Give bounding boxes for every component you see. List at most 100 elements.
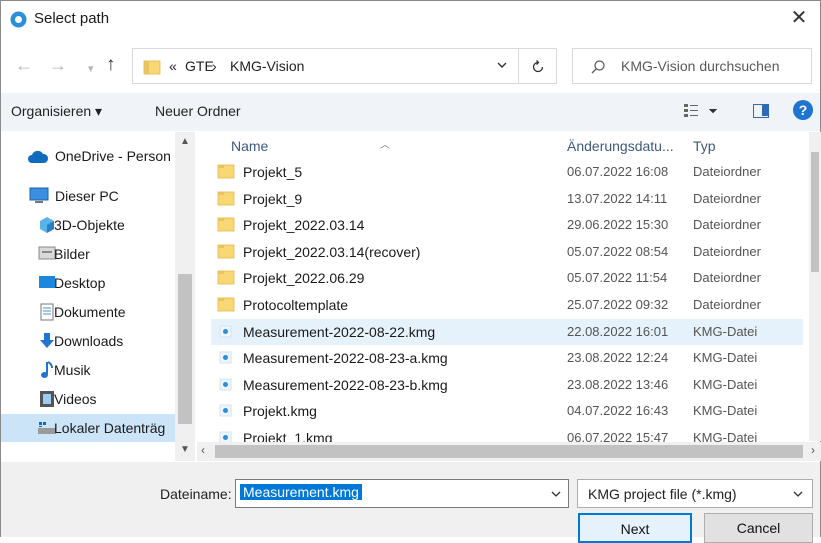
folder-row[interactable]: Projekt_5 06.07.2022 16:08 Dateiordner xyxy=(211,159,803,185)
file-date: 22.08.2022 16:01 xyxy=(567,323,669,339)
recent-locations-chevron-icon[interactable]: ▾ xyxy=(88,59,94,79)
scroll-right-icon[interactable]: › xyxy=(811,443,815,457)
file-name: Projekt.kmg xyxy=(243,403,317,420)
sidebar-item-desktop[interactable]: Desktop xyxy=(1,269,175,297)
refresh-button[interactable] xyxy=(519,48,557,84)
file-row[interactable]: Measurement-2022-08-22.kmg 22.08.2022 16:… xyxy=(211,318,803,345)
chevron-down-icon[interactable] xyxy=(494,57,510,73)
folder-row[interactable]: Projekt_9 13.07.2022 14:11 Dateiordner xyxy=(211,186,803,212)
file-list-vertical-scrollbar[interactable] xyxy=(809,132,821,441)
filename-input[interactable]: Measurement.kmg xyxy=(235,479,569,508)
file-list-horizontal-scrollbar[interactable]: ‹ › xyxy=(197,442,821,461)
folder-row[interactable]: Protocoltemplate 25.07.2022 09:32 Dateiord… xyxy=(211,292,803,318)
folder-row[interactable]: Projekt_2022.03.14(recover) 05.07.2022 08… xyxy=(211,239,803,265)
sidebar-item-3d-objects[interactable]: 3D-Objekte xyxy=(1,211,175,239)
scroll-up-icon[interactable]: ▲ xyxy=(180,136,190,147)
filetype-select[interactable]: KMG project file (*.kmg) xyxy=(577,479,813,508)
select-path-dialog: Select path ✕ ← → ▾ ↑ « GTE › KMG-Vision xyxy=(0,0,821,543)
column-header-name[interactable]: Name xyxy=(231,138,268,154)
preview-pane-icon[interactable] xyxy=(753,104,769,118)
file-row[interactable]: Measurement-2022-08-23-b.kmg 23.08.2022 1… xyxy=(211,372,803,398)
file-date: 25.07.2022 09:32 xyxy=(567,297,669,312)
close-button[interactable]: ✕ xyxy=(784,4,814,34)
sidebar-scrollbar[interactable]: ▲ ▼ xyxy=(175,132,195,461)
forward-arrow-icon[interactable]: → xyxy=(49,55,67,75)
search-icon xyxy=(591,60,605,74)
sidebar-item-onedrive[interactable]: OneDrive - Person xyxy=(1,142,175,170)
videos-icon xyxy=(40,391,54,407)
folder-icon xyxy=(217,217,235,232)
organize-button[interactable]: Organisieren ▾ xyxy=(11,103,102,120)
file-name: Projekt_9 xyxy=(243,190,303,207)
file-row[interactable]: Measurement-2022-08-23-a.kmg 23.08.2022 1… xyxy=(211,345,803,371)
search-input[interactable]: KMG-Vision durchsuchen xyxy=(572,48,812,84)
sidebar-item-this-pc[interactable]: Dieser PC xyxy=(1,182,175,210)
file-name: Projekt_5 xyxy=(243,164,303,180)
command-bar: Organisieren ▾ Neuer Ordner ? xyxy=(1,93,820,131)
breadcrumb-gte[interactable]: GTE xyxy=(185,58,214,74)
scroll-left-icon[interactable]: ‹ xyxy=(201,443,205,457)
window-title: Select path xyxy=(34,10,110,27)
cancel-button[interactable]: Cancel xyxy=(704,513,813,543)
close-icon: ✕ xyxy=(790,7,808,29)
sidebar-item-downloads[interactable]: Downloads xyxy=(1,327,175,355)
kmg-file-icon xyxy=(219,351,232,364)
breadcrumb-separator: › xyxy=(212,58,217,74)
file-type: Dateiordner xyxy=(693,243,761,259)
onedrive-cloud-icon xyxy=(28,150,49,163)
scroll-down-icon[interactable]: ▼ xyxy=(180,444,190,455)
breadcrumb-overflow[interactable]: « xyxy=(169,58,177,74)
file-type: KMG-Datei xyxy=(693,323,758,339)
column-header-date[interactable]: Änderungsdatu... xyxy=(567,138,674,154)
folder-icon xyxy=(217,164,235,179)
sidebar-item-videos[interactable]: Videos xyxy=(1,385,175,413)
filetype-value: KMG project file (*.kmg) xyxy=(588,486,737,502)
folder-icon xyxy=(217,191,235,205)
help-icon[interactable]: ? xyxy=(793,100,813,120)
folder-icon xyxy=(143,60,161,75)
kmg-file-icon xyxy=(219,404,232,417)
file-date: 05.07.2022 08:54 xyxy=(567,243,669,259)
folder-icon xyxy=(217,270,235,285)
folder-row[interactable]: Projekt_2022.06.29 05.07.2022 11:54 Dateio… xyxy=(211,265,803,291)
file-date: 04.07.2022 16:43 xyxy=(567,403,669,419)
up-arrow-icon[interactable]: ↑ xyxy=(106,55,116,75)
file-type: Dateiordner xyxy=(693,190,761,206)
title-bar[interactable]: Select path ✕ xyxy=(1,1,820,39)
file-name: Measurement-2022-08-23-a.kmg xyxy=(243,350,448,367)
search-placeholder: KMG-Vision durchsuchen xyxy=(621,58,780,74)
file-date: 06.07.2022 16:08 xyxy=(567,164,669,179)
file-type: Dateiordner xyxy=(693,270,761,286)
column-header-type[interactable]: Typ xyxy=(693,138,716,154)
chevron-down-icon[interactable] xyxy=(792,488,804,500)
file-type: Dateiordner xyxy=(693,297,761,312)
folder-icon xyxy=(217,297,235,312)
music-icon xyxy=(41,361,53,378)
sidebar-scroll-thumb[interactable] xyxy=(178,274,192,424)
file-row[interactable]: Projekt.kmg 04.07.2022 16:43 KMG-Datei xyxy=(211,398,803,424)
sidebar-item-documents[interactable]: Dokumente xyxy=(1,298,175,326)
navigation-pane: OneDrive - Person Dieser PC 3D-Objekte B… xyxy=(1,132,195,461)
next-button[interactable]: Next xyxy=(578,513,692,543)
sidebar-item-music[interactable]: Musik xyxy=(1,356,175,384)
breadcrumb-kmg-vision[interactable]: KMG-Vision xyxy=(230,58,304,74)
file-date: 23.08.2022 13:46 xyxy=(567,376,669,392)
back-arrow-icon[interactable]: ← xyxy=(15,55,33,75)
file-date: 05.07.2022 11:54 xyxy=(567,270,668,286)
file-list: Name ︿ Änderungsdatu... Typ Projekt_5 06.… xyxy=(197,132,820,461)
new-folder-button[interactable]: Neuer Ordner xyxy=(155,103,241,119)
sidebar-item-pictures[interactable]: Bilder xyxy=(1,240,175,268)
file-date: 29.06.2022 15:30 xyxy=(567,217,669,233)
file-name: Measurement-2022-08-22.kmg xyxy=(243,323,436,340)
address-bar[interactable]: « GTE › KMG-Vision xyxy=(132,48,519,84)
filename-label: Dateiname: xyxy=(160,486,232,502)
sidebar-item-local-drive[interactable]: Lokaler Datenträg xyxy=(1,414,175,442)
refresh-icon xyxy=(532,60,544,73)
app-icon xyxy=(10,11,27,28)
folder-row[interactable]: Projekt_2022.03.14 29.06.2022 15:30 Dateio… xyxy=(211,212,803,238)
view-options-icon[interactable] xyxy=(683,102,723,120)
vertical-scroll-thumb[interactable] xyxy=(811,152,819,272)
horizontal-scroll-thumb[interactable] xyxy=(215,445,803,458)
filename-value[interactable]: Measurement.kmg xyxy=(240,484,362,500)
chevron-down-icon[interactable] xyxy=(550,488,562,500)
